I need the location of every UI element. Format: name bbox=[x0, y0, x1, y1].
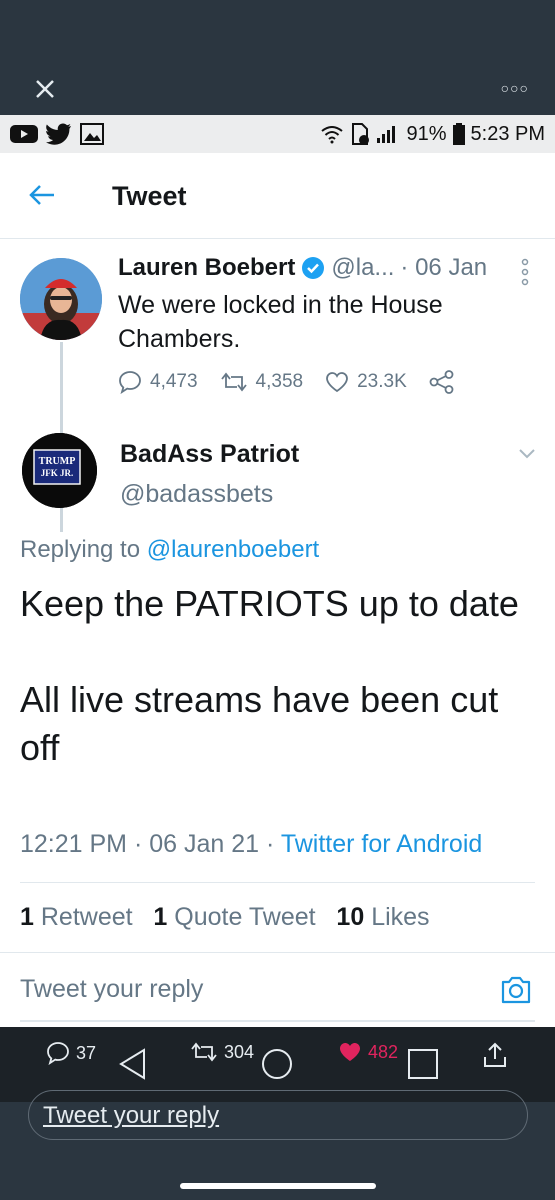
bottom-like-count: 482 bbox=[368, 1041, 399, 1062]
more-options-icon[interactable]: ○○○ bbox=[501, 80, 529, 96]
page-title: Tweet bbox=[112, 181, 187, 211]
parent-tweet-actions: 4,473 4,358 23.3K bbox=[118, 370, 455, 394]
back-arrow-icon[interactable] bbox=[28, 181, 56, 209]
reply-icon bbox=[47, 1042, 69, 1065]
chevron-down-icon[interactable] bbox=[517, 447, 537, 461]
bottom-reply-input[interactable]: Tweet your reply bbox=[28, 1090, 528, 1140]
tweet-menu-icon[interactable] bbox=[521, 258, 529, 286]
retweet-action[interactable]: 4,358 bbox=[220, 371, 304, 393]
retweets-stat[interactable]: 1 Retweet bbox=[20, 903, 133, 931]
retweet-icon bbox=[220, 372, 247, 392]
bottom-retweet-count: 304 bbox=[224, 1041, 255, 1062]
svg-text:JFK JR.: JFK JR. bbox=[41, 468, 74, 478]
retweets-label: Retweet bbox=[40, 903, 133, 931]
camera-icon[interactable] bbox=[499, 972, 533, 1006]
bottom-reply-action[interactable]: 37 bbox=[46, 1041, 96, 1065]
clock: 5:23 PM bbox=[470, 122, 545, 145]
retweet-icon bbox=[191, 1042, 217, 1062]
svg-text:TRUMP: TRUMP bbox=[39, 456, 76, 467]
tweet-client-link[interactable]: Twitter for Android bbox=[281, 830, 482, 858]
battery-percent: 91% bbox=[406, 122, 447, 145]
reply-author-handle: @badassbets bbox=[120, 480, 274, 508]
quote-tweets-label: Quote Tweet bbox=[174, 903, 316, 931]
composer-underline bbox=[20, 1020, 535, 1022]
gallery-icon bbox=[80, 123, 104, 145]
home-indicator[interactable] bbox=[180, 1183, 376, 1189]
twitter-bird-icon bbox=[46, 123, 71, 145]
avatar[interactable] bbox=[20, 258, 102, 340]
tweet-header: Tweet bbox=[0, 153, 555, 239]
like-count: 23.3K bbox=[357, 371, 407, 392]
sim-card-icon bbox=[352, 123, 370, 145]
reply-icon bbox=[119, 371, 141, 394]
replying-to-label: Replying to bbox=[20, 536, 141, 563]
reply-count: 4,473 bbox=[150, 371, 198, 392]
bottom-reply-placeholder: Tweet your reply bbox=[43, 1102, 220, 1129]
nav-back-icon[interactable] bbox=[118, 1047, 148, 1081]
tweet-stats: 1 Retweet 1 Quote Tweet 10 Likes bbox=[20, 903, 430, 932]
retweet-count: 4,358 bbox=[255, 371, 304, 392]
heart-filled-icon bbox=[340, 1043, 360, 1061]
retweets-count: 1 bbox=[20, 903, 34, 931]
close-icon[interactable] bbox=[32, 76, 58, 102]
shirt-image: TRUMP JFK JR. bbox=[22, 433, 97, 508]
like-action[interactable]: 23.3K bbox=[325, 371, 407, 393]
nav-recents-icon[interactable] bbox=[406, 1047, 440, 1081]
reply-author-name[interactable]: BadAss Patriot bbox=[120, 440, 299, 469]
youtube-icon bbox=[10, 125, 38, 143]
tweet-timestamp: 12:21 PM · 06 Jan 21 · bbox=[20, 830, 275, 858]
replying-to-mention[interactable]: @laurenboebert bbox=[147, 536, 319, 563]
reply-avatar[interactable]: TRUMP JFK JR. bbox=[22, 433, 97, 508]
parent-tweet-text: We were locked in the House Chambers. bbox=[118, 291, 443, 353]
author-name[interactable]: Lauren Boebert bbox=[118, 254, 295, 282]
heart-icon bbox=[326, 372, 348, 393]
verified-badge-icon bbox=[302, 257, 325, 279]
quote-tweets-count: 1 bbox=[153, 903, 168, 931]
nav-home-icon[interactable] bbox=[260, 1047, 294, 1081]
profile-photo bbox=[20, 258, 102, 340]
tweet-metadata: 12:21 PM · 06 Jan 21 · Twitter for Andro… bbox=[20, 830, 482, 859]
browser-top-bar: ○○○ bbox=[0, 0, 555, 115]
quote-tweets-stat[interactable]: 1 Quote Tweet bbox=[153, 903, 315, 931]
reply-action[interactable]: 4,473 bbox=[118, 370, 198, 394]
author-handle: @la... bbox=[331, 254, 395, 281]
wifi-icon bbox=[321, 126, 344, 144]
tweet-date: · 06 Jan bbox=[400, 254, 488, 281]
likes-label: Likes bbox=[371, 903, 430, 931]
bottom-reply-count: 37 bbox=[76, 1042, 97, 1063]
reply-text-paragraph-1: Keep the PATRIOTS up to date bbox=[20, 583, 519, 624]
parent-author-row: Lauren Boebert @la... · 06 Jan bbox=[118, 254, 487, 282]
likes-count: 10 bbox=[336, 903, 365, 931]
signal-icon bbox=[377, 126, 396, 143]
parent-tweet[interactable]: Lauren Boebert @la... · 06 Jan We were l… bbox=[0, 240, 555, 532]
share-icon[interactable] bbox=[429, 370, 455, 394]
reply-text-paragraph-2: All live streams have been cut off bbox=[20, 679, 499, 768]
reply-tweet-text: Keep the PATRIOTS up to date All live st… bbox=[20, 580, 540, 820]
reply-composer-input[interactable]: Tweet your reply bbox=[20, 975, 203, 1004]
status-bar: 91% 5:23 PM bbox=[0, 115, 555, 153]
divider bbox=[20, 882, 535, 883]
battery-icon bbox=[452, 123, 465, 145]
divider bbox=[0, 952, 555, 953]
share-icon[interactable] bbox=[482, 1041, 508, 1069]
likes-stat[interactable]: 10 Likes bbox=[336, 903, 429, 931]
replying-to-line: Replying to @laurenboebert bbox=[20, 536, 319, 564]
bottom-retweet-action[interactable]: 304 bbox=[190, 1041, 254, 1063]
bottom-like-action[interactable]: 482 bbox=[338, 1041, 398, 1063]
